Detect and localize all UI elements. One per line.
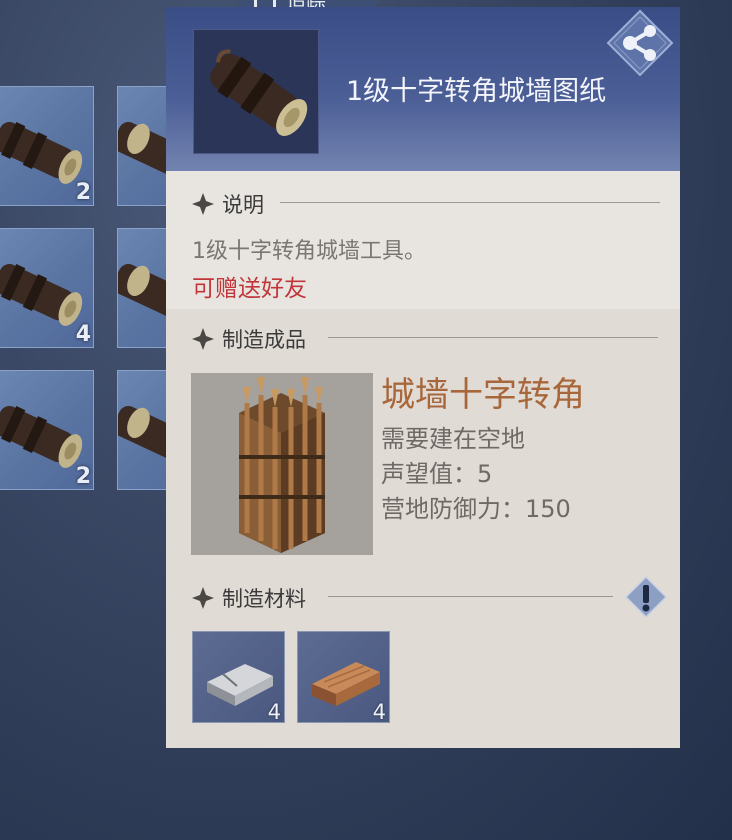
item-header: 1级十字转角城墙图纸 [166,7,680,171]
crafting-section: 制造成品 城墙十字转角 需要建在空地 声望值：5 营地防御力：150 制造材料 … [166,309,680,748]
product-name: 城墙十字转角 [381,375,585,415]
four-point-star-icon [192,587,214,609]
gift-note: 可赠送好友 [192,276,307,302]
wall-cross-corner-icon [239,377,325,553]
material-slot[interactable]: 4 [192,631,285,723]
item-detail-panel: 1级十字转角城墙图纸 说明 1级十字转角城墙工具。 可赠送好友 制造成品 城墙十… [166,7,680,748]
material-slot[interactable]: 4 [297,631,390,723]
product-heading: 制造成品 [192,324,306,354]
inventory-slot[interactable]: 4 [0,228,94,348]
share-button[interactable] [606,9,674,77]
section-divider [328,596,613,597]
material-count: 4 [372,700,386,723]
material-count: 4 [267,700,281,723]
description-section: 说明 1级十字转角城墙工具。 可赠送好友 [166,171,680,309]
materials-heading: 制造材料 [192,583,306,613]
slot-count: 4 [75,322,91,347]
slot-count: 2 [75,180,91,205]
materials-heading-label: 制造材料 [222,587,306,611]
product-image [191,373,373,555]
four-point-star-icon [192,328,214,350]
info-button[interactable] [624,575,668,619]
product-heading-label: 制造成品 [222,328,306,352]
section-divider [328,337,658,338]
description-heading-label: 说明 [222,193,264,217]
exclamation-icon [624,575,668,619]
inventory-slot[interactable]: 2 [0,86,94,206]
share-icon [606,9,674,77]
description-heading: 说明 [192,189,264,219]
inventory-slot[interactable]: 2 [0,370,94,490]
blueprint-scroll-icon [210,49,308,137]
product-prestige: 声望值：5 [381,460,493,488]
description-text: 1级十字转角城墙工具。 [192,239,426,264]
product-requirement: 需要建在空地 [381,425,525,453]
section-divider [280,202,660,203]
item-title: 1级十字转角城墙图纸 [346,76,607,107]
product-defense: 营地防御力：150 [381,495,571,523]
slot-count: 2 [75,464,91,489]
four-point-star-icon [192,193,214,215]
item-thumbnail [193,29,319,154]
